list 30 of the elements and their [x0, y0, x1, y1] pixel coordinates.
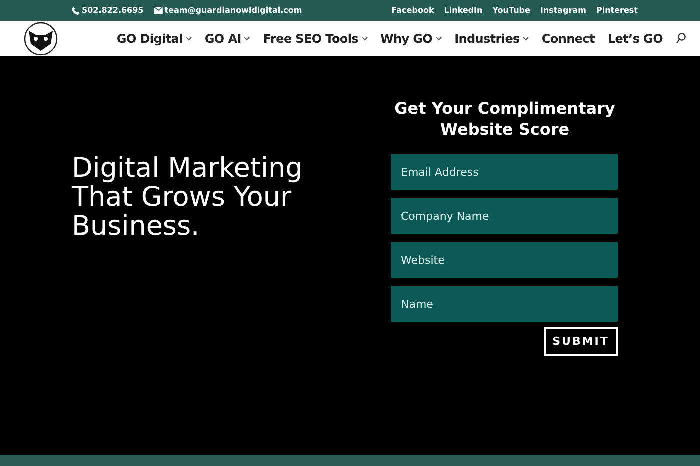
nav-link[interactable]: Why GO	[380, 32, 442, 46]
social-link[interactable]: Instagram	[540, 6, 586, 15]
input-field[interactable]: Name	[391, 286, 618, 322]
nav-link[interactable]: Connect	[542, 32, 595, 46]
caret-icon	[362, 36, 368, 40]
nav-link[interactable]: Free SEO Tools	[263, 32, 368, 46]
input-field[interactable]: Company Name	[391, 198, 618, 234]
hero-headline: Digital Marketing That Grows Your Business.	[72, 154, 304, 241]
email-address: team@guardianowldigital.com	[164, 6, 302, 15]
form-title: Get Your Complimentary Website Score	[394, 98, 616, 140]
social-link[interactable]: YouTube	[492, 6, 530, 15]
owl-logo[interactable]	[24, 22, 58, 56]
phone-number: 502.822.6695	[82, 6, 144, 15]
social-link[interactable]: LinkedIn	[444, 6, 483, 15]
nav-link[interactable]: Let’s GO	[608, 32, 663, 46]
submit-button[interactable]: SUBMIT	[544, 327, 618, 356]
caret-icon	[186, 36, 192, 40]
input-field[interactable]: Email Address	[391, 154, 618, 190]
nav-link[interactable]: Industries	[454, 32, 529, 46]
caret-icon	[436, 36, 442, 40]
nav-link[interactable]: GO AI	[204, 32, 250, 46]
phone-icon	[72, 6, 80, 14]
mail-icon	[154, 7, 163, 14]
nav-link[interactable]: GO Digital	[116, 32, 192, 46]
search-icon[interactable]	[676, 33, 686, 44]
caret-icon	[244, 36, 250, 40]
caret-icon	[522, 36, 529, 40]
social-link[interactable]: Facebook	[392, 6, 434, 15]
input-field[interactable]: Website	[391, 242, 618, 278]
social-link[interactable]: Pinterest	[596, 6, 638, 15]
